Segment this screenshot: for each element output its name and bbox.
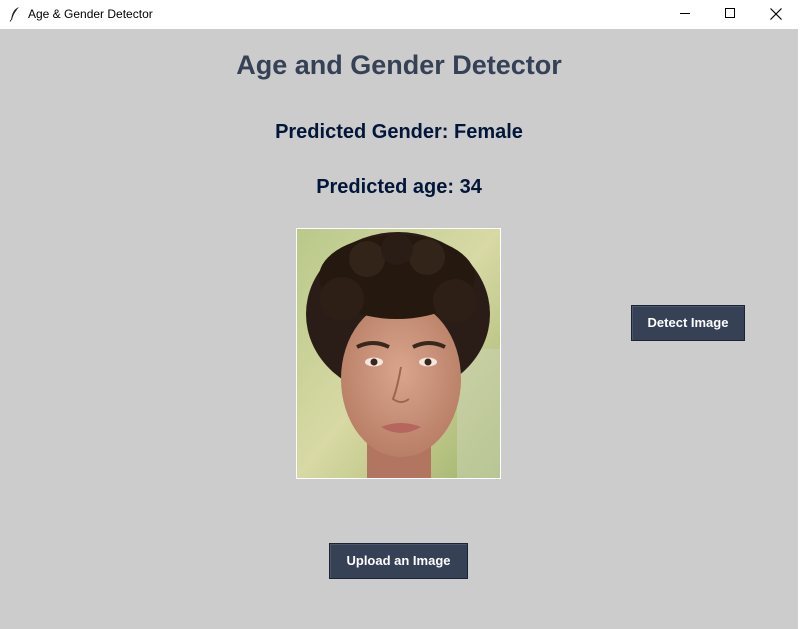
- window-title: Age & Gender Detector: [28, 7, 153, 21]
- title-bar: Age & Gender Detector: [0, 0, 800, 29]
- uploaded-face-image: [296, 228, 501, 479]
- maximize-icon: [725, 8, 735, 18]
- predicted-age-label: Predicted age: 34: [316, 176, 482, 198]
- close-button[interactable]: [753, 0, 799, 29]
- app-window: Age and Gender Detector Predicted Gender…: [0, 29, 798, 629]
- close-icon: [770, 8, 782, 20]
- maximize-button[interactable]: [707, 0, 753, 29]
- page-title: Age and Gender Detector: [236, 50, 562, 80]
- minimize-icon: [680, 13, 690, 14]
- upload-image-button[interactable]: Upload an Image: [329, 543, 468, 579]
- detect-image-button[interactable]: Detect Image: [631, 305, 745, 341]
- minimize-button[interactable]: [662, 0, 708, 29]
- feather-icon: [8, 6, 22, 22]
- predicted-gender-label: Predicted Gender: Female: [275, 121, 523, 143]
